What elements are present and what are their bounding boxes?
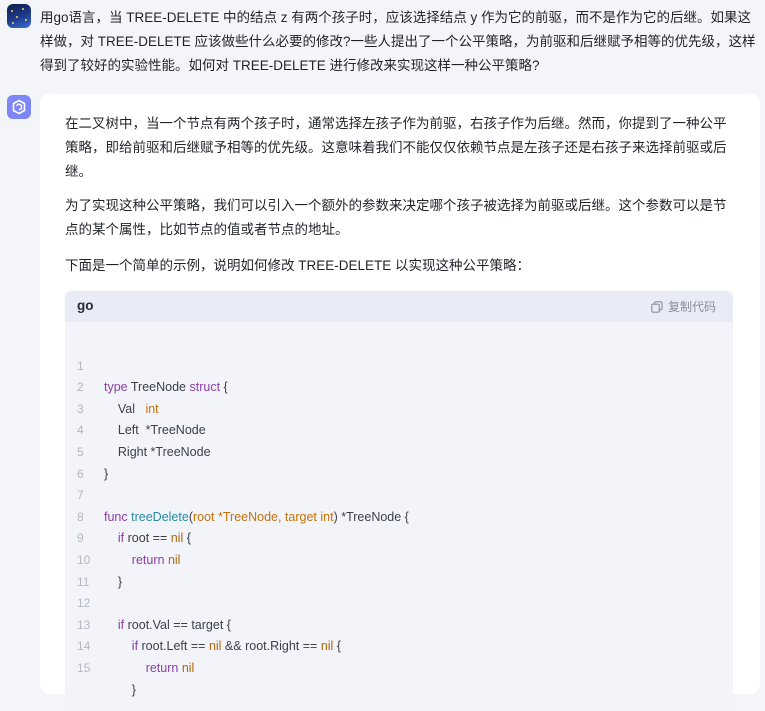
code-line: 8 if root == nil { (65, 485, 733, 546)
code-line: 2 Val int (65, 356, 733, 416)
code-line: 10 } (65, 528, 733, 589)
assistant-answer-card: 在二叉树中，当一个节点有两个孩子时，通常选择左孩子作为前驱，右孩子作为后继。然而… (40, 94, 760, 711)
copy-code-label: 复制代码 (667, 300, 716, 314)
code-line: 4 Right *TreeNode (65, 399, 733, 459)
code-line: 11 (65, 550, 733, 589)
code-block-header: go 复制代码 (65, 291, 733, 322)
answer-paragraph-1: 在二叉树中，当一个节点有两个孩子时，通常选择左孩子作为前驱，右孩子作为后继。然而… (65, 116, 727, 179)
code-line: 9 return nil (65, 507, 733, 567)
code-block: go 复制代码 1 type TreeNode struct { 2 Val i… (65, 291, 733, 711)
user-question-text: 用go语言，当 TREE-DELETE 中的结点 z 有两个孩子时，应该选择结点… (40, 10, 756, 73)
code-line: 3 Left *TreeNode (65, 377, 733, 438)
code-line: 7 func treeDelete(root *TreeNode, target… (65, 464, 733, 524)
user-avatar (7, 4, 31, 28)
code-line: 15 } (65, 636, 733, 697)
code-text: } (104, 682, 136, 697)
code-line: 1 type TreeNode struct { (65, 334, 733, 395)
assistant-avatar (7, 95, 31, 119)
code-lines: 1 type TreeNode struct { 2 Val int 3 Lef… (65, 334, 733, 697)
answer-paragraph-3: 下面是一个简单的示例，说明如何修改 TREE-DELETE 以实现这种公平策略： (65, 258, 531, 273)
assistant-logo-icon (12, 99, 26, 115)
answer-paragraph-2: 为了实现这种公平策略，我们可以引入一个额外的参数来决定哪个孩子被选择为前驱或后继… (65, 198, 727, 237)
code-line: 12 if root.Val == target { (65, 572, 733, 632)
code-language-label: go (77, 298, 94, 313)
code-line: 14 return nil (65, 615, 733, 675)
code-line: 13 if root.Left == nil && root.Right == … (65, 593, 733, 654)
copy-code-button[interactable]: 复制代码 (651, 298, 716, 315)
copy-icon (651, 300, 663, 313)
code-text: return nil (145, 660, 195, 675)
line-number: 15 (77, 660, 91, 675)
user-message: 用go语言，当 TREE-DELETE 中的结点 z 有两个孩子时，应该选择结点… (0, 0, 765, 80)
code-line: 5 } (65, 420, 733, 481)
code-line: 6 (65, 442, 733, 481)
